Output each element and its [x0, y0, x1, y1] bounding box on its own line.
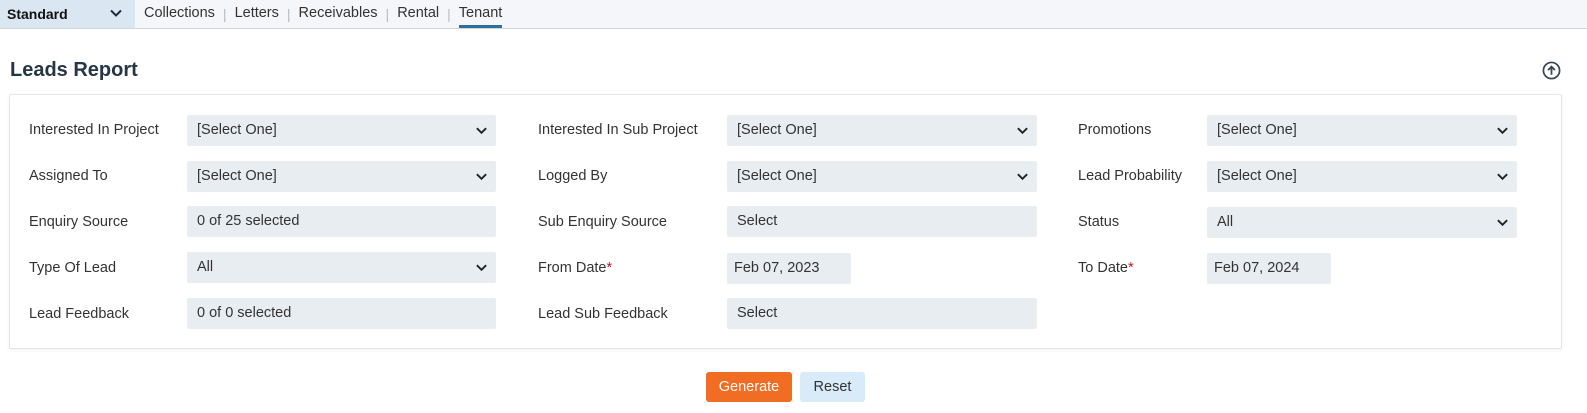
to-date-value: Feb 07, 2024 [1214, 260, 1300, 276]
chevron-down-icon [1497, 219, 1508, 227]
interested-in-sub-project-value: [Select One] [737, 122, 817, 138]
tab-separator: | [286, 6, 291, 22]
assigned-to-value: [Select One] [197, 168, 277, 184]
chevron-down-icon [1497, 127, 1508, 135]
promotions-value: [Select One] [1217, 122, 1297, 138]
chevron-down-icon [110, 9, 122, 17]
from-date-label: From Date* [538, 253, 612, 283]
to-date-label: To Date* [1078, 253, 1134, 283]
promotions-select[interactable]: [Select One] [1207, 115, 1517, 146]
lead-sub-feedback-multiselect[interactable]: Select [727, 298, 1037, 329]
status-value: All [1217, 214, 1234, 230]
from-date-value: Feb 07, 2023 [734, 260, 820, 276]
tab-separator: | [447, 6, 451, 22]
interested-in-project-value: [Select One] [197, 122, 277, 138]
enquiry-source-value: 0 of 25 selected [197, 213, 300, 229]
type-of-lead-value: All [197, 259, 214, 275]
logged-by-select[interactable]: [Select One] [727, 161, 1037, 192]
lead-feedback-value: 0 of 0 selected [197, 305, 292, 321]
reset-button[interactable]: Reset [800, 372, 865, 402]
tab-letters[interactable]: Letters [235, 0, 279, 28]
lead-feedback-multiselect[interactable]: 0 of 0 selected [187, 298, 496, 329]
generate-button[interactable]: Generate [706, 372, 792, 402]
report-mode-value: Standard [7, 6, 68, 22]
tab-rental[interactable]: Rental [397, 0, 439, 28]
required-marker: * [1127, 260, 1134, 276]
to-date-label-text: To Date [1078, 260, 1128, 276]
assigned-to-label: Assigned To [29, 168, 108, 184]
lead-probability-value: [Select One] [1217, 168, 1297, 184]
type-of-lead-select[interactable]: All [187, 252, 496, 283]
status-select[interactable]: All [1207, 207, 1517, 238]
lead-probability-label: Lead Probability [1078, 168, 1182, 184]
lead-feedback-label: Lead Feedback [29, 306, 129, 322]
tab-separator: | [385, 6, 390, 22]
tab-tenant[interactable]: Tenant [458, 0, 502, 28]
chevron-down-icon [1017, 173, 1028, 181]
lead-probability-select[interactable]: [Select One] [1207, 161, 1517, 192]
chevron-down-icon [476, 264, 487, 272]
report-tabs: Collections | Letters | Receivables | Re… [144, 0, 502, 28]
interested-in-project-select[interactable]: [Select One] [187, 115, 496, 146]
chevron-down-icon [1017, 127, 1028, 135]
enquiry-source-multiselect[interactable]: 0 of 25 selected [187, 206, 496, 237]
sub-enquiry-source-multiselect[interactable]: Select [727, 206, 1037, 237]
page-title: Leads Report [10, 59, 138, 81]
lead-sub-feedback-label: Lead Sub Feedback [538, 306, 668, 322]
interested-in-sub-project-select[interactable]: [Select One] [727, 115, 1037, 146]
logged-by-label: Logged By [538, 168, 608, 184]
interested-in-sub-project-label: Interested In Sub Project [538, 122, 698, 138]
logged-by-value: [Select One] [737, 168, 817, 184]
from-date-input[interactable]: Feb 07, 2023 [727, 253, 851, 284]
chevron-down-icon [1497, 173, 1508, 181]
top-navigation-bar: Standard Collections | Letters | Receiva… [0, 0, 1587, 29]
sub-enquiry-source-value: Select [737, 213, 778, 229]
required-marker: * [606, 260, 613, 276]
sub-enquiry-source-label: Sub Enquiry Source [538, 214, 667, 230]
tab-receivables[interactable]: Receivables [299, 0, 378, 28]
report-mode-select[interactable]: Standard [0, 0, 135, 28]
to-date-input[interactable]: Feb 07, 2024 [1207, 253, 1331, 284]
assigned-to-select[interactable]: [Select One] [187, 161, 496, 192]
chevron-down-icon [476, 127, 487, 135]
enquiry-source-label: Enquiry Source [29, 214, 129, 230]
status-label: Status [1078, 214, 1120, 230]
chevron-down-icon [476, 173, 487, 181]
lead-sub-feedback-value: Select [737, 305, 778, 321]
tab-separator: | [222, 6, 227, 22]
tab-collections[interactable]: Collections [144, 0, 215, 28]
arrow-up-circle-icon[interactable] [1542, 61, 1561, 80]
promotions-label: Promotions [1078, 122, 1152, 138]
type-of-lead-label: Type Of Lead [29, 260, 117, 276]
from-date-label-text: From Date [538, 260, 607, 276]
interested-in-project-label: Interested In Project [29, 122, 159, 138]
